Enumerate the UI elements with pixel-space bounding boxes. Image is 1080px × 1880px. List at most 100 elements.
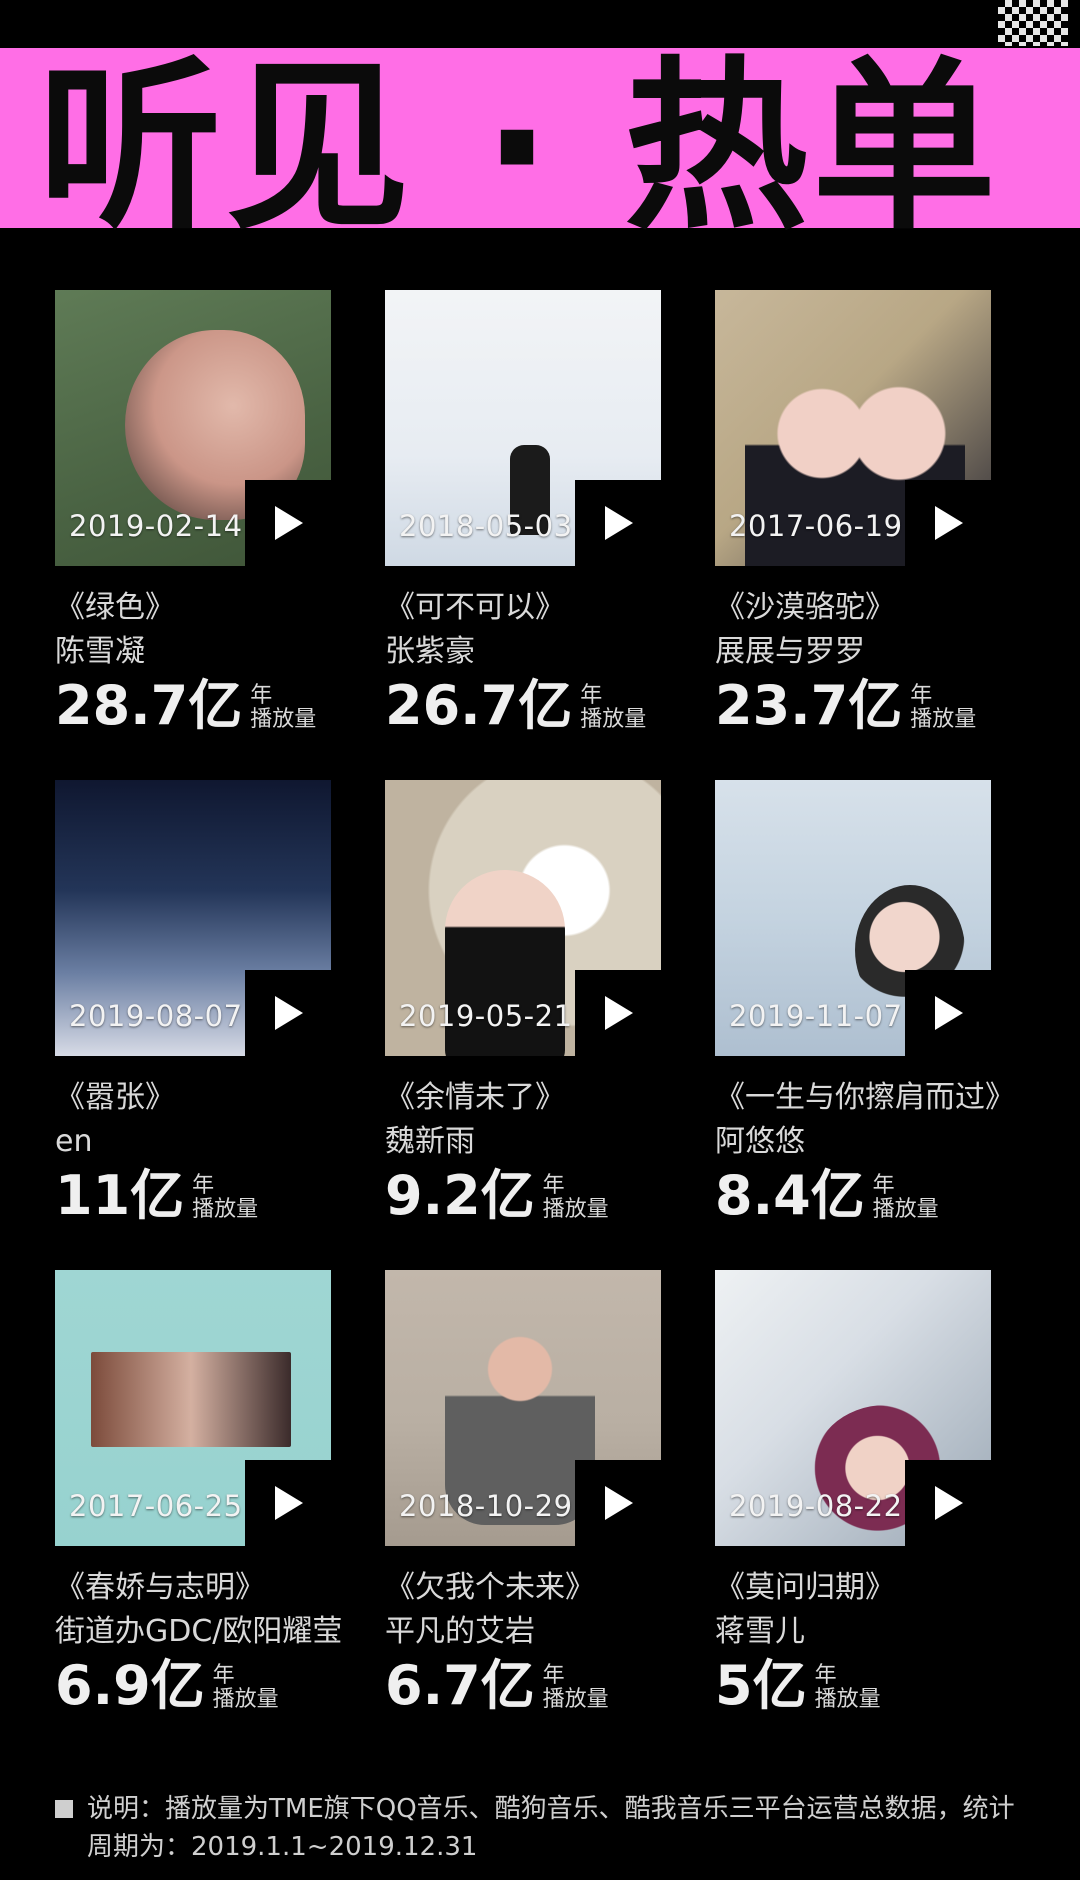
release-date: 2019-08-07 [69, 999, 243, 1033]
release-date: 2019-02-14 [69, 509, 243, 543]
play-button[interactable] [245, 480, 331, 566]
play-icon [935, 1486, 963, 1520]
song-title[interactable]: 《春娇与志明》 [55, 1566, 355, 1610]
checker-decoration [998, 0, 1068, 46]
artist-name[interactable]: 展展与罗罗 [715, 630, 1015, 674]
play-count-unit-bottom: 播放量 [542, 1687, 609, 1712]
play-count-unit-bottom: 播放量 [872, 1197, 939, 1222]
play-icon [275, 1486, 303, 1520]
play-count-unit-bottom: 播放量 [250, 707, 317, 732]
play-button[interactable] [245, 1460, 331, 1546]
song-card[interactable]: 2019-05-21 《余情未了》 魏新雨 9.2亿 年 播放量 [385, 780, 685, 1240]
play-count-value: 11亿 [55, 1164, 185, 1227]
play-button[interactable] [905, 480, 991, 566]
song-card[interactable]: 2019-02-14 《绿色》 陈雪凝 28.7亿 年 播放量 [55, 290, 355, 750]
release-date: 2017-06-25 [69, 1489, 243, 1523]
play-button[interactable] [575, 480, 661, 566]
play-count-unit-top: 年 [192, 1173, 215, 1198]
footer-note-text: 说明：播放量为TME旗下QQ音乐、酷狗音乐、酷我音乐三平台运营总数据，统计周期为… [87, 1794, 1015, 1862]
play-count-unit-bottom: 播放量 [192, 1197, 259, 1222]
page-title: 听见 · 热单 [38, 41, 1001, 255]
release-date: 2019-11-07 [729, 999, 903, 1033]
play-count-unit: 年 播放量 [213, 1664, 279, 1712]
song-card[interactable]: 2018-10-29 《欠我个未来》 平凡的艾岩 6.7亿 年 播放量 [385, 1270, 685, 1730]
song-card[interactable]: 2017-06-25 《春娇与志明》 街道办GDC/欧阳耀莹 6.9亿 年 播放… [55, 1270, 355, 1730]
artist-name[interactable]: en [55, 1120, 355, 1164]
artist-name[interactable]: 陈雪凝 [55, 630, 355, 674]
play-count: 6.9亿 年 播放量 [55, 1656, 355, 1716]
song-title[interactable]: 《沙漠骆驼》 [715, 586, 1015, 630]
play-count: 8.4亿 年 播放量 [715, 1166, 1015, 1226]
play-count: 23.7亿 年 播放量 [715, 676, 1015, 736]
release-date: 2019-08-22 [729, 1489, 903, 1523]
play-count-unit: 年 播放量 [543, 1174, 609, 1222]
play-count: 9.2亿 年 播放量 [385, 1166, 685, 1226]
play-count-unit-bottom: 播放量 [910, 707, 977, 732]
play-count-unit-top: 年 [212, 1663, 235, 1688]
song-title[interactable]: 《余情未了》 [385, 1076, 685, 1120]
song-title[interactable]: 《莫问归期》 [715, 1566, 1015, 1610]
album-cover[interactable]: 2018-10-29 [385, 1270, 661, 1546]
play-count-unit-top: 年 [542, 1173, 565, 1198]
play-count-value: 9.2亿 [385, 1164, 535, 1227]
song-card[interactable]: 2019-08-07 《嚣张》 en 11亿 年 播放量 [55, 780, 355, 1240]
song-title[interactable]: 《欠我个未来》 [385, 1566, 685, 1610]
play-count-unit-bottom: 播放量 [580, 707, 647, 732]
song-card[interactable]: 2017-06-19 《沙漠骆驼》 展展与罗罗 23.7亿 年 播放量 [715, 290, 1015, 750]
play-button[interactable] [905, 970, 991, 1056]
release-date: 2017-06-19 [729, 509, 903, 543]
play-count-unit: 年 播放量 [192, 1174, 258, 1222]
play-count: 28.7亿 年 播放量 [55, 676, 355, 736]
play-count-unit-bottom: 播放量 [212, 1687, 279, 1712]
artist-name[interactable]: 张紫豪 [385, 630, 685, 674]
play-icon [605, 1486, 633, 1520]
album-cover[interactable]: 2017-06-19 [715, 290, 991, 566]
play-icon [605, 996, 633, 1030]
song-card[interactable]: 2019-11-07 《一生与你擦肩而过》 阿悠悠 8.4亿 年 播放量 [715, 780, 1015, 1240]
play-count-unit-bottom: 播放量 [814, 1687, 881, 1712]
artist-name[interactable]: 平凡的艾岩 [385, 1610, 685, 1654]
play-count-unit: 年 播放量 [580, 684, 646, 732]
play-count-value: 6.9亿 [55, 1654, 205, 1717]
song-title[interactable]: 《一生与你擦肩而过》 [715, 1076, 1015, 1120]
play-count: 5亿 年 播放量 [715, 1656, 1015, 1716]
play-count-unit-top: 年 [814, 1663, 837, 1688]
song-title[interactable]: 《绿色》 [55, 586, 355, 630]
song-title[interactable]: 《嚣张》 [55, 1076, 355, 1120]
play-button[interactable] [245, 970, 331, 1056]
play-button[interactable] [575, 970, 661, 1056]
artist-name[interactable]: 阿悠悠 [715, 1120, 1015, 1164]
album-cover[interactable]: 2019-05-21 [385, 780, 661, 1056]
play-count-unit-top: 年 [250, 683, 273, 708]
album-cover[interactable]: 2017-06-25 [55, 1270, 331, 1546]
play-button[interactable] [905, 1460, 991, 1546]
play-icon [605, 506, 633, 540]
play-count-value: 28.7亿 [55, 674, 243, 737]
play-count-unit-top: 年 [580, 683, 603, 708]
artist-name[interactable]: 蒋雪儿 [715, 1610, 1015, 1654]
play-button[interactable] [575, 1460, 661, 1546]
artist-name[interactable]: 魏新雨 [385, 1120, 685, 1164]
play-count-unit: 年 播放量 [543, 1664, 609, 1712]
release-date: 2019-05-21 [399, 999, 573, 1033]
album-cover[interactable]: 2019-11-07 [715, 780, 991, 1056]
album-cover[interactable]: 2019-02-14 [55, 290, 331, 566]
album-cover[interactable]: 2018-05-03 [385, 290, 661, 566]
release-date: 2018-10-29 [399, 1489, 573, 1523]
album-cover[interactable]: 2019-08-22 [715, 1270, 991, 1546]
play-count-unit-bottom: 播放量 [542, 1197, 609, 1222]
play-count: 26.7亿 年 播放量 [385, 676, 685, 736]
song-card[interactable]: 2018-05-03 《可不可以》 张紫豪 26.7亿 年 播放量 [385, 290, 685, 750]
play-count-value: 8.4亿 [715, 1164, 865, 1227]
song-card[interactable]: 2019-08-22 《莫问归期》 蒋雪儿 5亿 年 播放量 [715, 1270, 1015, 1730]
song-title[interactable]: 《可不可以》 [385, 586, 685, 630]
play-count-unit-top: 年 [542, 1663, 565, 1688]
artist-name[interactable]: 街道办GDC/欧阳耀莹 [55, 1610, 355, 1654]
play-icon [275, 506, 303, 540]
play-count-value: 6.7亿 [385, 1654, 535, 1717]
play-icon [935, 996, 963, 1030]
play-count-value: 26.7亿 [385, 674, 573, 737]
play-count: 11亿 年 播放量 [55, 1166, 355, 1226]
play-count-unit-top: 年 [872, 1173, 895, 1198]
album-cover[interactable]: 2019-08-07 [55, 780, 331, 1056]
